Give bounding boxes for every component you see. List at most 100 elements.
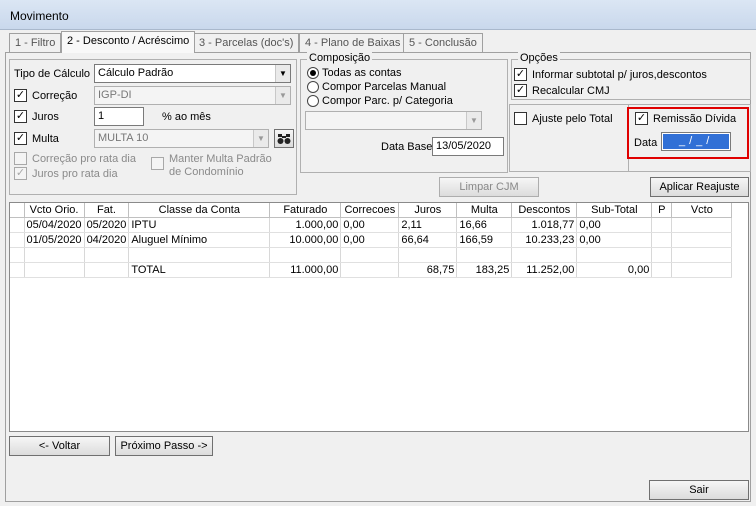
table-row[interactable]: 01/05/2020 04/2020 Aluguel Mínimo 10.000… <box>10 232 733 248</box>
window-title: Movimento <box>10 9 69 23</box>
cell-correcoes[interactable]: 0,00 <box>340 217 400 233</box>
manter-multa-label: Manter Multa Padrão de Condomínio <box>169 153 272 178</box>
juros-input[interactable]: 1 <box>94 107 144 126</box>
cell-faturado[interactable]: 10.000,00 <box>269 232 342 248</box>
correcao-checkbox[interactable]: ✓ <box>14 89 27 102</box>
cell-fat[interactable]: 04/2020 <box>84 232 130 248</box>
aplicar-reajuste-button[interactable]: Aplicar Reajuste <box>650 177 749 197</box>
juros-pro-rata-checkbox[interactable]: ✓ <box>14 167 27 180</box>
data-base-label: Data Base <box>381 141 433 153</box>
col-header[interactable]: Fat. <box>84 203 130 218</box>
cell-vcto-orig[interactable]: 05/04/2020 <box>24 217 85 233</box>
tab-desconto-acrescimo[interactable]: 2 - Desconto / Acréscimo <box>61 31 196 53</box>
radio-compor-parc-categoria[interactable] <box>307 95 319 107</box>
correcao-pro-rata-checkbox[interactable] <box>14 152 27 165</box>
col-header[interactable]: P <box>651 203 673 218</box>
composicao-title: Composição <box>307 52 373 64</box>
correcao-select[interactable]: IGP-DI ▼ <box>94 86 291 105</box>
remissao-data-field[interactable]: _/_/ <box>661 132 731 151</box>
binoculars-icon <box>277 134 291 144</box>
multa-checkbox[interactable]: ✓ <box>14 132 27 145</box>
informar-subtotal-label: Informar subtotal p/ juros,descontos <box>532 69 707 81</box>
col-header[interactable]: Juros <box>398 203 458 218</box>
chevron-down-icon[interactable]: ▼ <box>253 130 268 147</box>
cell-subtotal[interactable]: 0,00 <box>576 232 653 248</box>
recalcular-cmj-checkbox[interactable]: ✓ <box>514 84 527 97</box>
voltar-button[interactable]: <- Voltar <box>9 436 110 456</box>
correcao-label: Correção <box>32 90 78 102</box>
tab-plano-de-baixas[interactable]: 4 - Plano de Baixas <box>299 33 407 52</box>
manter-multa-checkbox[interactable] <box>151 157 164 170</box>
sair-button[interactable]: Sair <box>649 480 749 500</box>
row-indicator-header <box>10 203 25 218</box>
chevron-down-icon[interactable]: ▼ <box>275 65 290 82</box>
cell-p[interactable] <box>651 232 673 248</box>
correcao-pro-rata-label: Correção pro rata dia <box>32 153 136 165</box>
col-header[interactable]: Vcto Orio. <box>24 203 85 218</box>
cell-subtotal[interactable]: 0,00 <box>576 217 653 233</box>
total-label: TOTAL <box>128 262 271 278</box>
total-subtotal: 0,00 <box>576 262 653 278</box>
cell-classe[interactable]: IPTU <box>128 217 271 233</box>
search-multa-button[interactable] <box>274 129 294 148</box>
categoria-select[interactable]: ▼ <box>305 111 482 130</box>
cell-fat[interactable]: 05/2020 <box>84 217 130 233</box>
chevron-down-icon[interactable]: ▼ <box>466 112 481 129</box>
cell-p[interactable] <box>651 217 673 233</box>
tab-filtro[interactable]: 1 - Filtro <box>9 33 62 52</box>
radio-todas-contas-label: Todas as contas <box>322 67 402 79</box>
remissao-divida-checkbox[interactable]: ✓ <box>635 112 648 125</box>
total-descontos: 11.252,00 <box>511 262 578 278</box>
opcoes-title: Opções <box>518 52 560 64</box>
col-header[interactable]: Vcto <box>671 203 733 218</box>
chevron-down-icon[interactable]: ▼ <box>275 87 290 104</box>
col-header[interactable]: Descontos <box>511 203 578 218</box>
tab-parcelas[interactable]: 3 - Parcelas (doc's) <box>193 33 300 52</box>
juros-checkbox[interactable]: ✓ <box>14 110 27 123</box>
table-row-empty <box>10 247 733 263</box>
total-juros: 68,75 <box>398 262 458 278</box>
ajuste-total-label: Ajuste pelo Total <box>532 113 613 125</box>
cell-correcoes[interactable]: 0,00 <box>340 232 400 248</box>
col-header[interactable]: Faturado <box>269 203 342 218</box>
cell-multa[interactable]: 166,59 <box>456 232 513 248</box>
ajuste-total-checkbox[interactable] <box>514 112 527 125</box>
tab-conclusao[interactable]: 5 - Conclusão <box>403 33 483 52</box>
cell-descontos[interactable]: 1.018,77 <box>511 217 578 233</box>
remissao-data-label: Data <box>634 137 658 149</box>
cell-vcto-orig[interactable]: 01/05/2020 <box>24 232 85 248</box>
parcelas-grid[interactable]: Vcto Orio. Fat. Classe da Conta Faturado… <box>9 202 749 432</box>
col-header[interactable]: Multa <box>456 203 513 218</box>
radio-compor-parcelas-manual[interactable] <box>307 81 319 93</box>
remissao-data-input[interactable]: _/_/ <box>663 134 729 149</box>
cell-multa[interactable]: 16,66 <box>456 217 513 233</box>
data-base-input[interactable]: 13/05/2020 <box>432 137 504 156</box>
total-faturado: 11.000,00 <box>269 262 342 278</box>
multa-label: Multa <box>32 133 59 145</box>
cell-descontos[interactable]: 10.233,23 <box>511 232 578 248</box>
proximo-passo-button[interactable]: Próximo Passo -> <box>115 436 213 456</box>
juros-label: Juros <box>32 111 59 123</box>
recalcular-cmj-label: Recalcular CMJ <box>532 85 610 97</box>
radio-todas-contas[interactable] <box>307 67 319 79</box>
tipo-calculo-select[interactable]: Cálculo Padrão ▼ <box>94 64 291 83</box>
cell-juros[interactable]: 66,64 <box>398 232 458 248</box>
col-header[interactable]: Classe da Conta <box>128 203 271 218</box>
col-header[interactable]: Correcoes <box>340 203 400 218</box>
informar-subtotal-checkbox[interactable]: ✓ <box>514 68 527 81</box>
juros-unit-label: % ao mês <box>162 111 211 123</box>
cell-vcto[interactable] <box>671 217 733 233</box>
radio-compor-parc-categoria-label: Compor Parc. p/ Categoria <box>322 95 453 107</box>
cell-juros[interactable]: 2,11 <box>398 217 458 233</box>
cell-vcto[interactable] <box>671 232 733 248</box>
cell-faturado[interactable]: 1.000,00 <box>269 217 342 233</box>
multa-select[interactable]: MULTA 10 ▼ <box>94 129 269 148</box>
grid-header-row: Vcto Orio. Fat. Classe da Conta Faturado… <box>10 203 733 218</box>
juros-pro-rata-label: Juros pro rata dia <box>32 168 118 180</box>
correcao-value: IGP-DI <box>98 89 132 101</box>
limpar-cjm-button[interactable]: Limpar CJM <box>439 177 539 197</box>
table-row[interactable]: 05/04/2020 05/2020 IPTU 1.000,00 0,00 2,… <box>10 217 733 233</box>
cell-classe[interactable]: Aluguel Mínimo <box>128 232 271 248</box>
multa-value: MULTA 10 <box>98 132 149 144</box>
col-header[interactable]: Sub-Total <box>576 203 653 218</box>
